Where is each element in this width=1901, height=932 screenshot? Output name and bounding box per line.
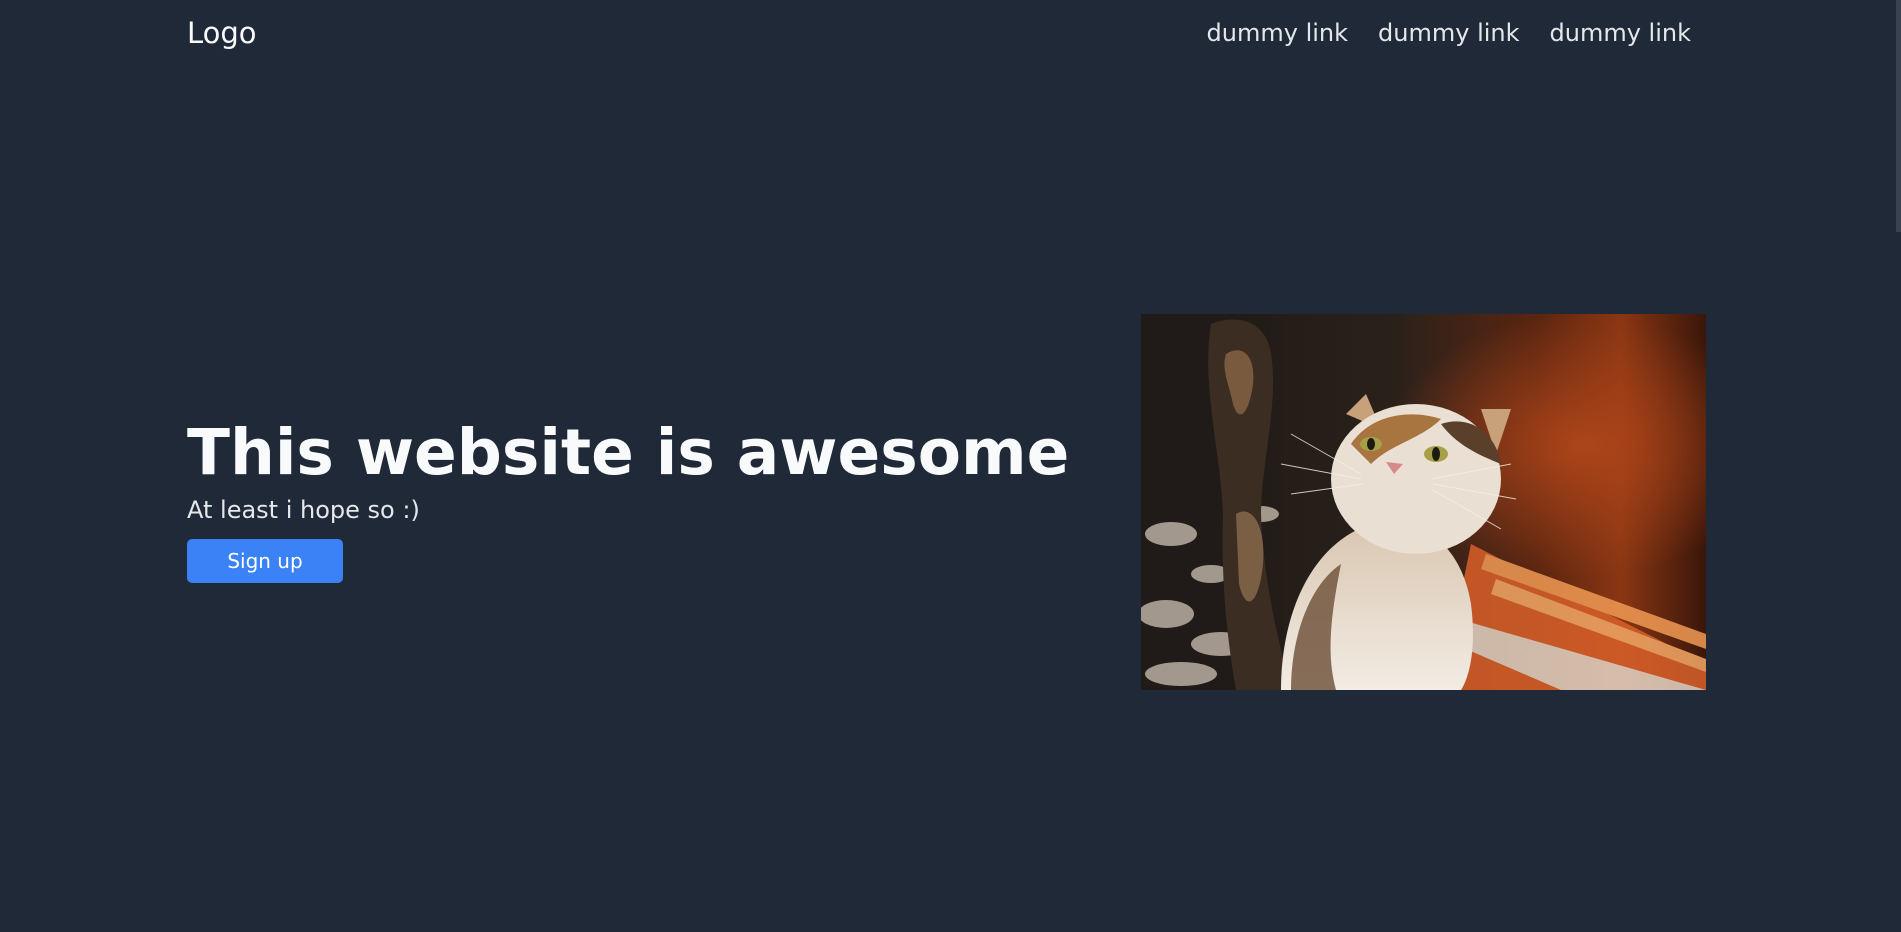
- hero-subtitle: At least i hope so :): [187, 496, 420, 525]
- cat-photo-illustration: [1141, 314, 1706, 690]
- header: Logo dummy link dummy link dummy link: [187, 0, 1705, 66]
- scrollbar[interactable]: [1896, 0, 1901, 232]
- hero-title: This website is awesome: [187, 416, 1070, 489]
- nav-link-1[interactable]: dummy link: [1207, 21, 1348, 45]
- landing-page: Logo dummy link dummy link dummy link Th…: [0, 0, 1901, 932]
- cat-photo: [1141, 314, 1706, 690]
- signup-button[interactable]: Sign up: [187, 538, 343, 583]
- nav-link-3[interactable]: dummy link: [1550, 21, 1691, 45]
- hero-text: This website is awesome At least i hope …: [187, 418, 1069, 583]
- nav-bar: dummy link dummy link dummy link: [1207, 21, 1705, 45]
- nav-link-2[interactable]: dummy link: [1378, 21, 1519, 45]
- logo[interactable]: Logo: [187, 18, 257, 48]
